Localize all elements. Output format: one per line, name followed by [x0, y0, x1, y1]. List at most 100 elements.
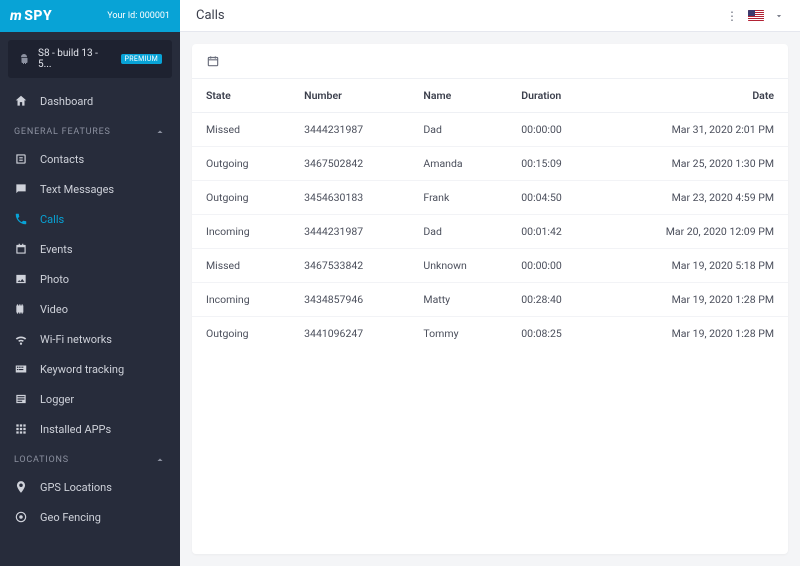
- sidebar-item-label: GPS Locations: [40, 481, 112, 494]
- sidebar-item-label: Events: [40, 243, 73, 256]
- cell-state: Outgoing: [192, 181, 290, 215]
- premium-badge: PREMIUM: [121, 54, 162, 64]
- sidebar-item-geo-fencing[interactable]: Geo Fencing: [0, 502, 180, 532]
- col-state[interactable]: State: [192, 79, 290, 113]
- section-title: GENERAL FEATURES: [14, 127, 111, 137]
- cell-date: Mar 19, 2020 1:28 PM: [601, 317, 788, 351]
- device-selector[interactable]: S8 - build 13 - 5... PREMIUM: [8, 40, 172, 78]
- flag-us-icon[interactable]: [748, 10, 764, 21]
- image-icon: [14, 272, 28, 286]
- cell-date: Mar 31, 2020 2:01 PM: [601, 113, 788, 147]
- chevron-up-icon: [154, 454, 166, 466]
- sidebar: mSPY Your Id: 000001 S8 - build 13 - 5..…: [0, 0, 180, 566]
- cell-state: Outgoing: [192, 317, 290, 351]
- top-bar: Calls ⋮: [180, 0, 800, 32]
- sidebar-item-contacts[interactable]: Contacts: [0, 144, 180, 174]
- logo-m: m: [10, 8, 22, 24]
- sidebar-item-keyword-tracking[interactable]: Keyword tracking: [0, 354, 180, 384]
- cell-state: Outgoing: [192, 147, 290, 181]
- cell-duration: 00:08:25: [507, 317, 601, 351]
- android-icon: [18, 53, 30, 65]
- cell-date: Mar 19, 2020 5:18 PM: [601, 249, 788, 283]
- section-locations[interactable]: LOCATIONS: [0, 444, 180, 472]
- cell-state: Missed: [192, 113, 290, 147]
- calendar-filter-icon[interactable]: [206, 54, 774, 68]
- cell-number: 3441096247: [290, 317, 409, 351]
- sidebar-item-events[interactable]: Events: [0, 234, 180, 264]
- cell-state: Missed: [192, 249, 290, 283]
- keyboard-icon: [14, 362, 28, 376]
- cell-date: Mar 20, 2020 12:09 PM: [601, 215, 788, 249]
- cell-duration: 00:28:40: [507, 283, 601, 317]
- wifi-icon: [14, 332, 28, 346]
- video-icon: [14, 302, 28, 316]
- message-icon: [14, 182, 28, 196]
- cell-duration: 00:00:00: [507, 113, 601, 147]
- table-row[interactable]: Incoming3444231987Dad00:01:42Mar 20, 202…: [192, 215, 788, 249]
- cell-number: 3434857946: [290, 283, 409, 317]
- sidebar-item-calls[interactable]: Calls: [0, 204, 180, 234]
- col-duration[interactable]: Duration: [507, 79, 601, 113]
- sidebar-item-label: Keyword tracking: [40, 363, 124, 376]
- section-title: LOCATIONS: [14, 455, 69, 465]
- table-row[interactable]: Outgoing3467502842Amanda00:15:09Mar 25, …: [192, 147, 788, 181]
- main-content: Calls ⋮ State Number Name Durat: [180, 0, 800, 566]
- sidebar-item-label: Photo: [40, 273, 69, 286]
- cell-name: Frank: [409, 181, 507, 215]
- section-general-features[interactable]: GENERAL FEATURES: [0, 116, 180, 144]
- brand-bar: mSPY Your Id: 000001: [0, 0, 180, 32]
- user-id-value: 000001: [140, 11, 170, 21]
- table-row[interactable]: Missed3467533842Unknown00:00:00Mar 19, 2…: [192, 249, 788, 283]
- cell-name: Amanda: [409, 147, 507, 181]
- cell-number: 3444231987: [290, 215, 409, 249]
- cell-date: Mar 25, 2020 1:30 PM: [601, 147, 788, 181]
- cell-state: Incoming: [192, 283, 290, 317]
- cell-number: 3454630183: [290, 181, 409, 215]
- sidebar-item-wifi[interactable]: Wi-Fi networks: [0, 324, 180, 354]
- phone-icon: [14, 212, 28, 226]
- user-id: Your Id: 000001: [107, 11, 170, 21]
- sidebar-item-label: Installed APPs: [40, 423, 111, 436]
- table-row[interactable]: Outgoing3454630183Frank00:04:50Mar 23, 2…: [192, 181, 788, 215]
- sidebar-item-logger[interactable]: Logger: [0, 384, 180, 414]
- sidebar-item-label: Wi-Fi networks: [40, 333, 112, 346]
- sidebar-item-installed-apps[interactable]: Installed APPs: [0, 414, 180, 444]
- sidebar-item-dashboard[interactable]: Dashboard: [0, 86, 180, 116]
- col-name[interactable]: Name: [409, 79, 507, 113]
- apps-icon: [14, 422, 28, 436]
- more-menu-icon[interactable]: ⋮: [726, 10, 738, 22]
- logo-spy: SPY: [24, 8, 52, 24]
- cell-state: Incoming: [192, 215, 290, 249]
- user-id-label: Your Id:: [107, 11, 137, 21]
- col-date[interactable]: Date: [601, 79, 788, 113]
- home-icon: [14, 94, 28, 108]
- col-number[interactable]: Number: [290, 79, 409, 113]
- sidebar-item-gps-locations[interactable]: GPS Locations: [0, 472, 180, 502]
- cell-name: Dad: [409, 113, 507, 147]
- table-header-row: State Number Name Duration Date: [192, 79, 788, 113]
- chevron-down-icon[interactable]: [774, 11, 784, 21]
- cell-duration: 00:15:09: [507, 147, 601, 181]
- table-row[interactable]: Outgoing3441096247Tommy00:08:25Mar 19, 2…: [192, 317, 788, 351]
- sidebar-item-video[interactable]: Video: [0, 294, 180, 324]
- cell-number: 3467502842: [290, 147, 409, 181]
- table-row[interactable]: Incoming3434857946Matty00:28:40Mar 19, 2…: [192, 283, 788, 317]
- sidebar-item-text-messages[interactable]: Text Messages: [0, 174, 180, 204]
- cell-number: 3444231987: [290, 113, 409, 147]
- cell-number: 3467533842: [290, 249, 409, 283]
- table-row[interactable]: Missed3444231987Dad00:00:00Mar 31, 2020 …: [192, 113, 788, 147]
- sidebar-item-label: Calls: [40, 213, 64, 226]
- calls-panel: State Number Name Duration Date Missed34…: [192, 44, 788, 554]
- sidebar-item-label: Dashboard: [40, 95, 93, 108]
- sidebar-item-label: Text Messages: [40, 183, 114, 196]
- cell-duration: 00:00:00: [507, 249, 601, 283]
- cell-date: Mar 23, 2020 4:59 PM: [601, 181, 788, 215]
- sidebar-item-photo[interactable]: Photo: [0, 264, 180, 294]
- sidebar-item-label: Video: [40, 303, 68, 316]
- cell-date: Mar 19, 2020 1:28 PM: [601, 283, 788, 317]
- page-title: Calls: [196, 8, 225, 23]
- app-logo: mSPY: [10, 8, 52, 24]
- cell-duration: 00:01:42: [507, 215, 601, 249]
- sidebar-item-label: Contacts: [40, 153, 84, 166]
- sidebar-item-label: Geo Fencing: [40, 511, 101, 524]
